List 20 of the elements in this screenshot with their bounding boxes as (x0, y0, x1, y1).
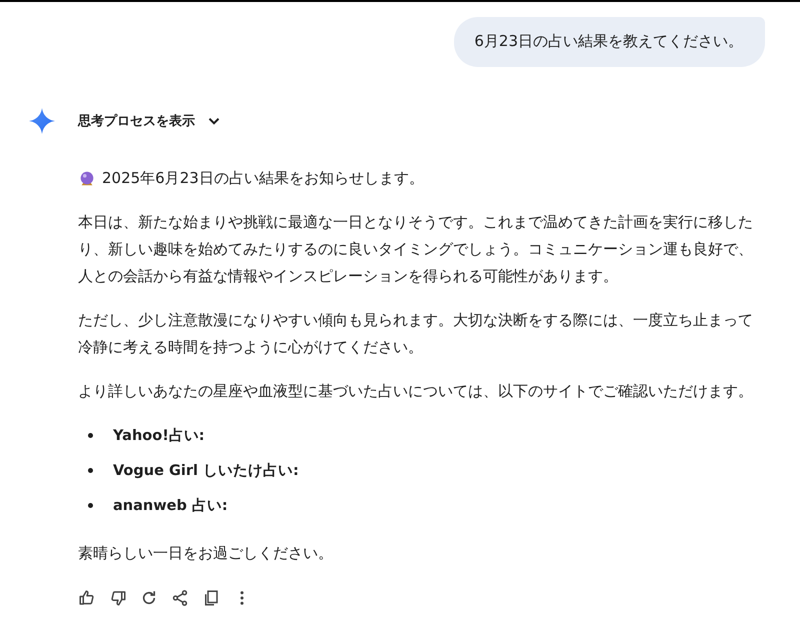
bullet-icon (88, 468, 93, 473)
list-item: Yahoo!占い: (113, 426, 205, 445)
refresh-icon[interactable] (140, 589, 158, 607)
sparkle-icon (29, 108, 55, 134)
thinking-toggle[interactable]: 思考プロセスを表示 (78, 110, 223, 132)
list-item: Vogue Girl しいたけ占い: (113, 462, 299, 480)
thumbs-up-icon[interactable] (78, 589, 96, 607)
bullet-icon (88, 433, 93, 438)
bullet-icon (88, 503, 93, 508)
thumbs-down-icon[interactable] (109, 589, 127, 607)
crystal-ball-icon (78, 170, 96, 188)
share-icon[interactable] (171, 589, 189, 607)
intro-text: 2025年6月23日の占い結果をお知らせします。 (102, 168, 424, 189)
copy-icon[interactable] (202, 589, 220, 607)
paragraph: 本日は、新たな始まりや挑戦に最適な一日となりそうです。これまで温めてきた計画を実行に移したり、新しい趣味を始めてみたりするのに良いタイミングでしょう。コミュニケーション運も良好で、人との会話から有益な情報やインスピレーションを得られる可能性があります。 (78, 212, 754, 287)
list-item: ananweb 占い: (113, 496, 228, 515)
closing-text: 素晴らしい一日をお過ごしください。 (78, 543, 334, 564)
paragraph: ただし、少し注意散漫になりやすい傾向も見られます。大切な決断をする際には、一度立ち止まって冷静に考える時間を持つように心がけてください。 (78, 310, 754, 358)
user-message: 6月23日の占い結果を教えてください。 (454, 17, 765, 67)
paragraph: より詳しいあなたの星座や血液型に基づいた占いについては、以下のサイトでご確認いただけます。 (78, 381, 754, 402)
